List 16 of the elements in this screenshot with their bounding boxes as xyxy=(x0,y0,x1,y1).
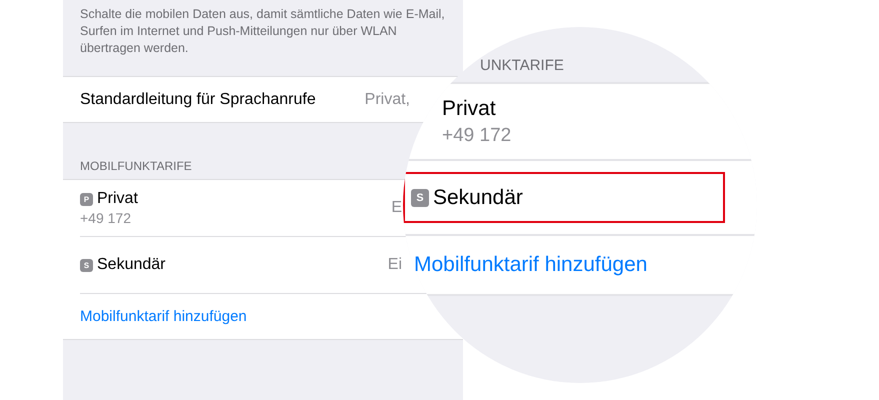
phone-number: +49 172 xyxy=(442,124,512,146)
plan-name[interactable]: Sekundär xyxy=(433,186,523,210)
description-text: Schalte die mobilen Daten aus, damit sämtliche Daten wie E-Mail, Surfen im Internet und Push-Mitteilungen nur über WLAN übertragen werden. xyxy=(79,6,446,57)
row-value: Privat, xyxy=(364,90,410,108)
section-header: MOBILFUNKTARIFE xyxy=(80,159,192,173)
section-header: UNKTARIFE xyxy=(480,57,564,74)
add-plan-link[interactable]: Mobilfunktarif hinzufügen xyxy=(80,308,247,325)
plan-name[interactable]: Sekundär xyxy=(97,256,166,274)
row-label: Standardleitung für Sprachanrufe xyxy=(80,90,316,108)
plan-status: E xyxy=(391,199,402,217)
add-plan-link[interactable]: Mobilfunktarif hinzufügen xyxy=(414,253,648,277)
plan-badge: S xyxy=(411,188,429,206)
plan-name[interactable]: Privat xyxy=(97,190,138,208)
plan-status: Ei xyxy=(388,256,402,274)
plan-name[interactable]: Privat xyxy=(442,96,496,120)
phone-number: +49 172 xyxy=(80,210,132,226)
